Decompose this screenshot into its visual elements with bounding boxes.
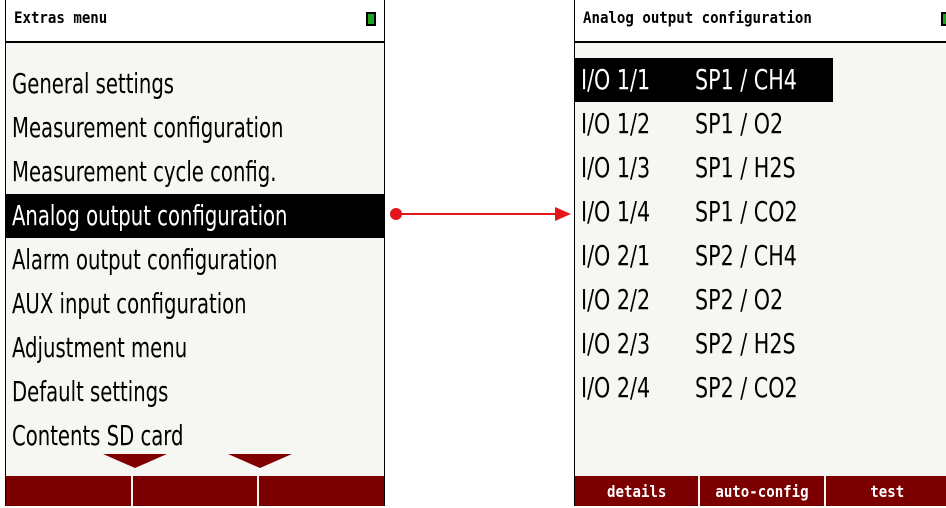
softkey-2[interactable] [130, 476, 258, 506]
io-row-2-3[interactable]: I/O 2/3 SP2 / H2S [575, 322, 946, 366]
menu-item-analog-output-configuration[interactable]: Analog output configuration [6, 194, 384, 238]
io-row-1-3[interactable]: I/O 1/3 SP1 / H2S [575, 146, 946, 190]
softkey-bar: details auto-config test [575, 476, 946, 506]
softkey-1[interactable] [6, 476, 131, 506]
io-row-2-1[interactable]: I/O 2/1 SP2 / CH4 [575, 234, 946, 278]
chevron-down-icon [103, 454, 167, 468]
analog-output-list: I/O 1/1 SP1 / CH4 I/O 1/2 SP1 / O2 I/O 1/3… [575, 58, 946, 410]
extras-menu-screen: Extras menu General settings Measurement… [5, 0, 385, 506]
title-bar: Extras menu [6, 0, 384, 43]
details-button[interactable]: details [575, 476, 699, 506]
battery-icon [941, 12, 946, 26]
title-bar: Analog output configuration [575, 0, 946, 43]
test-button[interactable]: test [823, 476, 946, 506]
battery-icon [366, 12, 376, 26]
arrow-right-icon [555, 207, 571, 221]
io-row-2-4[interactable]: I/O 2/4 SP2 / CO2 [575, 366, 946, 410]
auto-config-button[interactable]: auto-config [698, 476, 824, 506]
screen-title: Analog output configuration [583, 8, 812, 27]
navigation-arrow [398, 213, 556, 215]
menu-item-adjustment-menu[interactable]: Adjustment menu [6, 326, 384, 370]
menu-item-measurement-configuration[interactable]: Measurement configuration [6, 106, 384, 150]
io-row-1-2[interactable]: I/O 1/2 SP1 / O2 [575, 102, 946, 146]
screen-title: Extras menu [14, 8, 108, 27]
menu-item-aux-input-configuration[interactable]: AUX input configuration [6, 282, 384, 326]
extras-menu-list: General settings Measurement configurati… [6, 62, 384, 458]
menu-item-contents-sd-card[interactable]: Contents SD card [6, 414, 384, 458]
menu-item-general-settings[interactable]: General settings [6, 62, 384, 106]
io-row-2-2[interactable]: I/O 2/2 SP2 / O2 [575, 278, 946, 322]
analog-output-screen: Analog output configuration I/O 1/1 SP1 /… [574, 0, 946, 506]
chevron-down-icon [228, 454, 292, 468]
menu-item-default-settings[interactable]: Default settings [6, 370, 384, 414]
io-row-1-1[interactable]: I/O 1/1 SP1 / CH4 [575, 58, 833, 102]
menu-item-alarm-output-configuration[interactable]: Alarm output configuration [6, 238, 384, 282]
softkey-bar [6, 476, 385, 506]
menu-item-measurement-cycle-config[interactable]: Measurement cycle config. [6, 150, 384, 194]
softkey-3[interactable] [257, 476, 385, 506]
io-row-1-4[interactable]: I/O 1/4 SP1 / CO2 [575, 190, 946, 234]
